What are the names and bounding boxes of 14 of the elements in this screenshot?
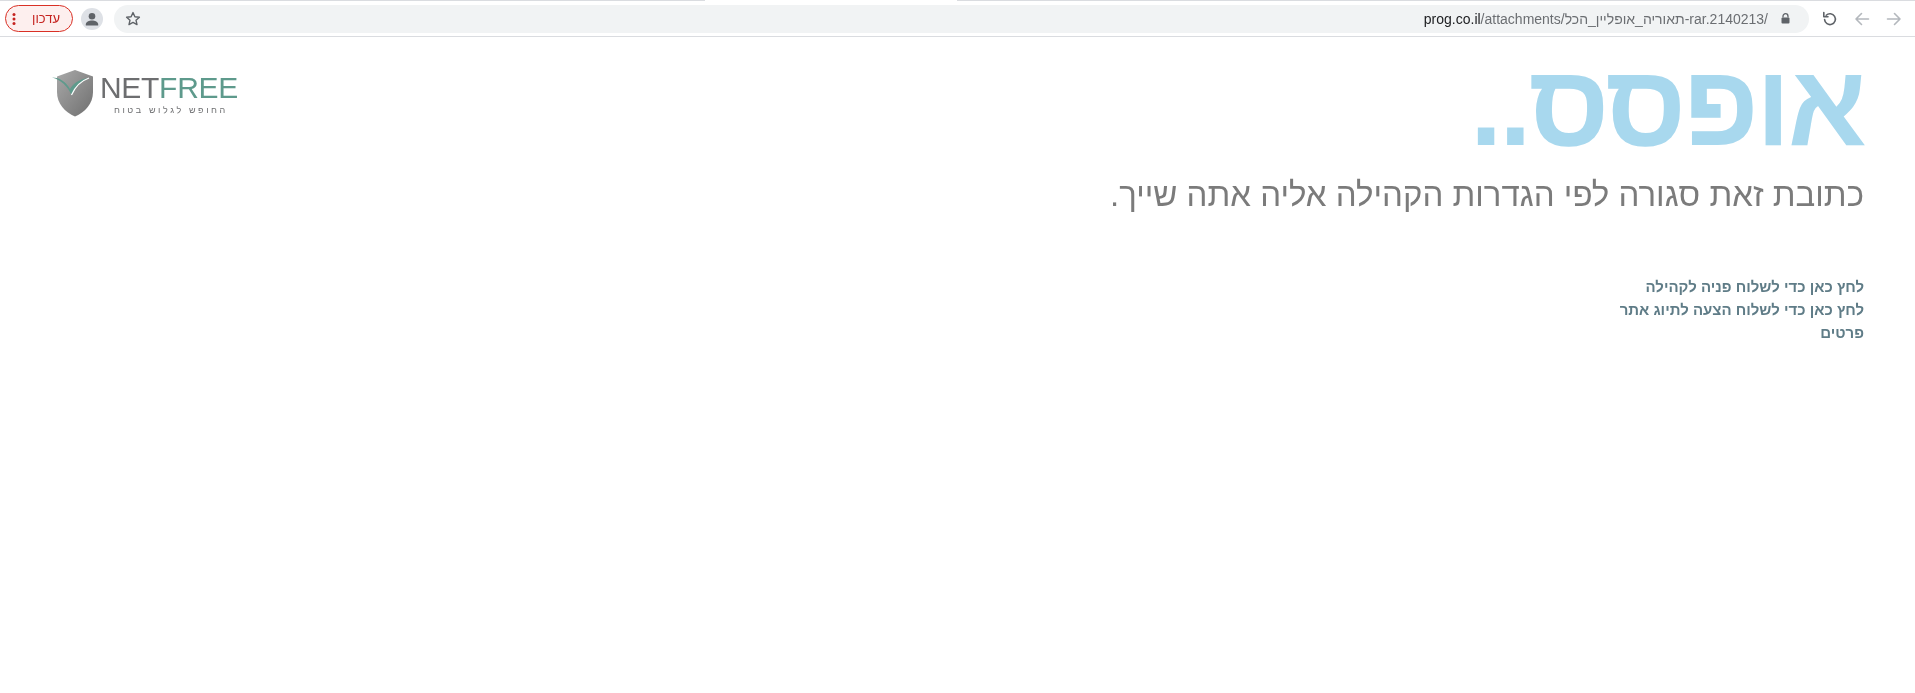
- page-title: אופסס..: [1469, 55, 1864, 155]
- help-link[interactable]: לחץ כאן כדי לשלוח הצעה לתיוג אתר: [1619, 298, 1864, 321]
- shield-logo-icon: [52, 69, 94, 117]
- update-button[interactable]: עדכון: [5, 5, 73, 32]
- help-link[interactable]: פרטים: [1820, 321, 1864, 344]
- profile-icon[interactable]: [81, 7, 103, 30]
- blocked-message: כתובת זאת סגורה לפי הגדרות הקהילה אליה אתה שייך.: [1110, 175, 1864, 215]
- star-icon[interactable]: [125, 10, 141, 27]
- reload-icon[interactable]: [1822, 10, 1838, 27]
- help-link[interactable]: לחץ כאן כדי לשלוח פניה לקהילה: [1645, 275, 1864, 298]
- logo-tagline: החופש לגלוש בטוח: [113, 105, 228, 115]
- logo-wordmark: NETFREE: [100, 74, 238, 102]
- lock-icon[interactable]: [1781, 13, 1790, 24]
- more-icon: [12, 12, 16, 25]
